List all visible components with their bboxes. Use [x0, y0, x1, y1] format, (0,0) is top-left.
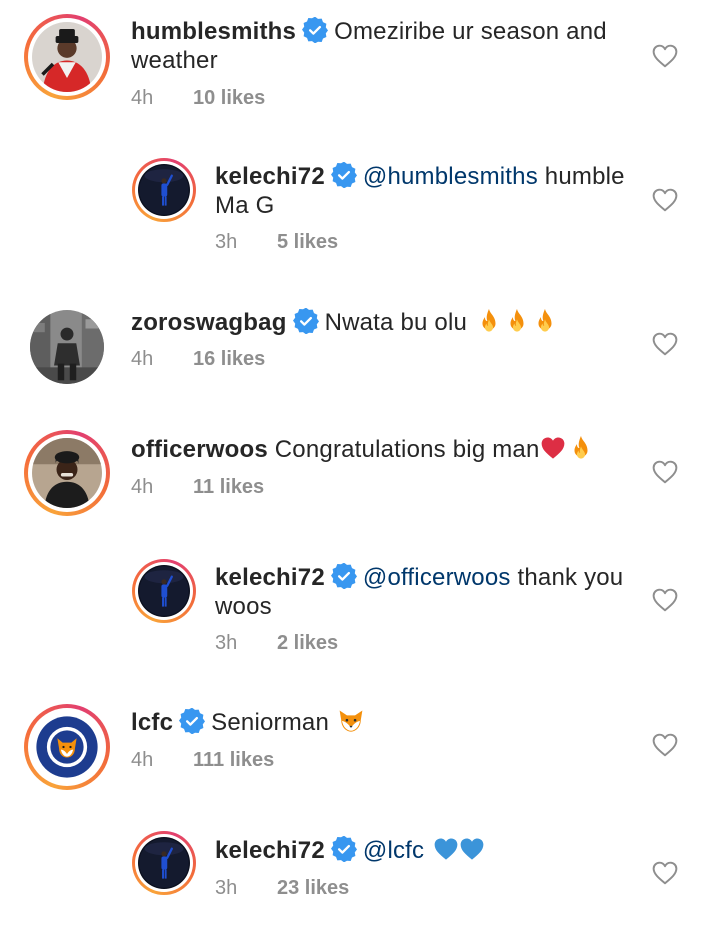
fox-emoji-icon [338, 708, 364, 734]
likes-count[interactable]: 10 likes [193, 87, 265, 109]
like-heart-icon[interactable] [652, 44, 678, 68]
comment-meta: 4h 11 likes [131, 475, 264, 499]
likes-count[interactable]: 111 likes [193, 749, 274, 771]
timestamp: 3h [215, 877, 238, 899]
username[interactable]: officerwoos [131, 436, 268, 463]
avatar[interactable] [132, 158, 196, 222]
officerwoos-avatar-icon [32, 438, 102, 508]
comment-text: kelechi72 @lcfc [215, 836, 635, 865]
timestamp: 4h [131, 87, 154, 109]
comment-meta: 3h 5 likes [215, 230, 338, 254]
username[interactable]: kelechi72 [215, 837, 325, 864]
likes-count[interactable]: 16 likes [193, 348, 265, 370]
timestamp: 3h [215, 231, 238, 253]
comment-body-continued: Ma G [215, 192, 275, 219]
username[interactable]: kelechi72 [215, 564, 325, 591]
avatar[interactable] [132, 831, 196, 895]
verified-badge-icon [302, 17, 328, 43]
like-heart-icon[interactable] [652, 332, 678, 356]
red-heart-emoji-icon [540, 435, 566, 461]
avatar[interactable] [24, 430, 110, 516]
lcfc-crest-avatar-icon [32, 712, 102, 782]
comment-meta: 4h 10 likes [131, 86, 265, 110]
comment-meta: 4h 111 likes [131, 748, 274, 772]
timestamp: 4h [131, 476, 154, 498]
username[interactable]: kelechi72 [215, 163, 325, 190]
blue-heart-emoji-icon [459, 836, 485, 862]
comment-body: Seniorman [211, 709, 330, 736]
kelechi72-avatar-icon [138, 837, 190, 889]
comment-body: Nwata bu olu [324, 309, 468, 336]
comment-body: thank you [517, 564, 624, 591]
like-heart-icon[interactable] [652, 733, 678, 757]
avatar[interactable] [24, 704, 110, 790]
comment-body-continued: weather [131, 47, 218, 74]
timestamp: 4h [131, 749, 154, 771]
comment-text: humblesmiths Omeziribe ur season and weat… [131, 17, 631, 75]
comment-meta: 4h 16 likes [131, 347, 265, 371]
kelechi72-avatar-icon [138, 565, 190, 617]
comment-body: Omeziribe ur season and [334, 18, 607, 45]
likes-count[interactable]: 23 likes [277, 877, 349, 899]
comment-meta: 3h 2 likes [215, 631, 338, 655]
comment-meta: 3h 23 likes [215, 876, 349, 900]
comment-text: zoroswagbag Nwata bu olu [131, 308, 631, 337]
fire-emoji-icon [476, 308, 502, 334]
timestamp: 3h [215, 632, 238, 654]
timestamp: 4h [131, 348, 154, 370]
username[interactable]: lcfc [131, 709, 173, 736]
like-heart-icon[interactable] [652, 460, 678, 484]
comment-text: lcfc Seniorman [131, 708, 631, 737]
likes-count[interactable]: 2 likes [277, 632, 338, 654]
fire-emoji-icon [504, 308, 530, 334]
fire-emoji-icon [532, 308, 558, 334]
like-heart-icon[interactable] [652, 588, 678, 612]
fire-emoji-icon [568, 435, 594, 461]
avatar[interactable] [24, 14, 110, 100]
likes-count[interactable]: 5 likes [277, 231, 338, 253]
zoroswagbag-avatar-icon [30, 310, 104, 384]
humblesmiths-avatar-icon [32, 22, 102, 92]
like-heart-icon[interactable] [652, 188, 678, 212]
username[interactable]: zoroswagbag [131, 309, 287, 336]
avatar[interactable] [30, 310, 104, 384]
mention-link[interactable]: @humblesmiths [363, 163, 538, 190]
kelechi72-avatar-icon [138, 164, 190, 216]
mention-link[interactable]: @lcfc [363, 837, 424, 864]
comment-text: officerwoos Congratulations big man [131, 435, 631, 464]
username[interactable]: humblesmiths [131, 18, 296, 45]
comment-text: kelechi72 @humblesmiths humble Ma G [215, 162, 635, 220]
verified-badge-icon [293, 308, 319, 334]
verified-badge-icon [331, 836, 357, 862]
comment-body: humble [544, 163, 625, 190]
verified-badge-icon [331, 563, 357, 589]
like-heart-icon[interactable] [652, 861, 678, 885]
comment-body: Congratulations big man [274, 436, 540, 463]
comment-text: kelechi72 @officerwoos thank you woos [215, 563, 635, 621]
comment-body-continued: woos [215, 593, 272, 620]
avatar[interactable] [132, 559, 196, 623]
blue-heart-emoji-icon [433, 836, 459, 862]
likes-count[interactable]: 11 likes [193, 476, 264, 498]
verified-badge-icon [179, 708, 205, 734]
mention-link[interactable]: @officerwoos [363, 564, 511, 591]
verified-badge-icon [331, 162, 357, 188]
